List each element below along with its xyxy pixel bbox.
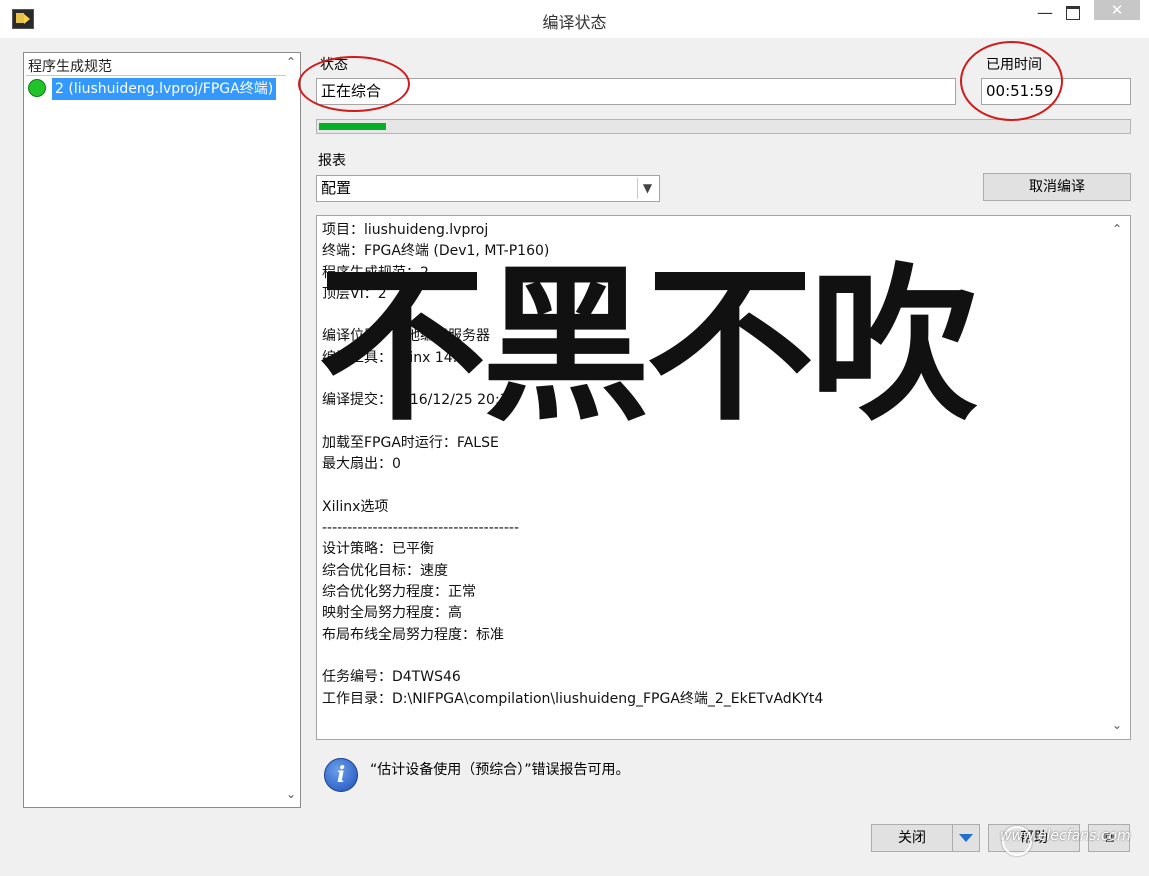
status-indicator-icon	[28, 79, 46, 97]
build-spec-list[interactable]: 程序生成规范 2 (liushuideng.lvproj/FPGA终端) ⌃ ⌄	[23, 52, 301, 808]
minimize-icon: —	[1037, 3, 1053, 22]
window-title: 编译状态	[542, 13, 607, 32]
watermark-text: www.elecfans.com	[1000, 828, 1131, 844]
report-line: 综合优化目标：速度	[322, 562, 448, 579]
red-annotation-circle	[960, 41, 1063, 121]
scroll-up-arrow-icon[interactable]: ⌃	[284, 55, 298, 69]
report-line	[322, 476, 1092, 497]
build-spec-list-header: 程序生成规范	[28, 59, 112, 75]
report-line: 任务编号：D4TWS46	[322, 669, 461, 686]
info-icon: i	[324, 758, 358, 792]
status-field: 正在综合	[316, 78, 956, 105]
scroll-down-arrow-icon[interactable]: ⌄	[284, 787, 298, 801]
compile-progress-bar	[316, 119, 1131, 134]
report-line: 最大扇出：0	[322, 456, 401, 473]
report-line: 设计策略：已平衡	[322, 541, 434, 558]
report-line: 布局布线全局努力程度：标准	[322, 626, 504, 643]
close-button[interactable]: 关闭	[871, 824, 980, 852]
minimize-button[interactable]: —	[1028, 0, 1062, 30]
cancel-compile-button[interactable]: 取消编译	[983, 173, 1131, 201]
report-line: 项目：liushuideng.lvproj	[322, 222, 489, 238]
maximize-button[interactable]	[1058, 0, 1088, 30]
overlay-stamp-text: 不黑不吹	[318, 246, 978, 444]
report-line: Xilinx选项	[322, 498, 389, 515]
close-dropdown-arrow-icon[interactable]	[952, 825, 980, 851]
report-type-dropdown[interactable]: 配置 ▼	[316, 175, 660, 202]
list-divider	[26, 75, 286, 76]
report-line: 映射全局努力程度：高	[322, 605, 462, 622]
chevron-down-icon[interactable]: ▼	[637, 178, 657, 199]
close-window-button[interactable]: ✕	[1094, 0, 1140, 20]
close-icon: ✕	[1110, 1, 1124, 19]
report-label: 报表	[318, 153, 346, 169]
red-annotation-circle	[298, 56, 410, 112]
report-line: ---------------------------------------	[322, 520, 520, 537]
maximize-icon	[1066, 6, 1080, 20]
scroll-down-arrow-icon[interactable]: ⌄	[1110, 718, 1124, 732]
report-line: 工作目录：D:\NIFPGA\compilation\liushuideng_F…	[322, 690, 824, 707]
title-bar: 编译状态 — ✕	[0, 0, 1149, 38]
scroll-up-arrow-icon[interactable]: ⌃	[1110, 222, 1124, 236]
list-item-label: 2 (liushuideng.lvproj/FPGA终端)	[52, 78, 277, 100]
info-message: “估计设备使用（预综合）”错误报告可用。	[370, 762, 630, 778]
close-button-label: 关闭	[898, 830, 926, 846]
report-line	[322, 646, 1092, 667]
report-type-value: 配置	[321, 179, 352, 197]
report-line: 综合优化努力程度：正常	[322, 584, 476, 601]
progress-fill	[319, 123, 386, 130]
